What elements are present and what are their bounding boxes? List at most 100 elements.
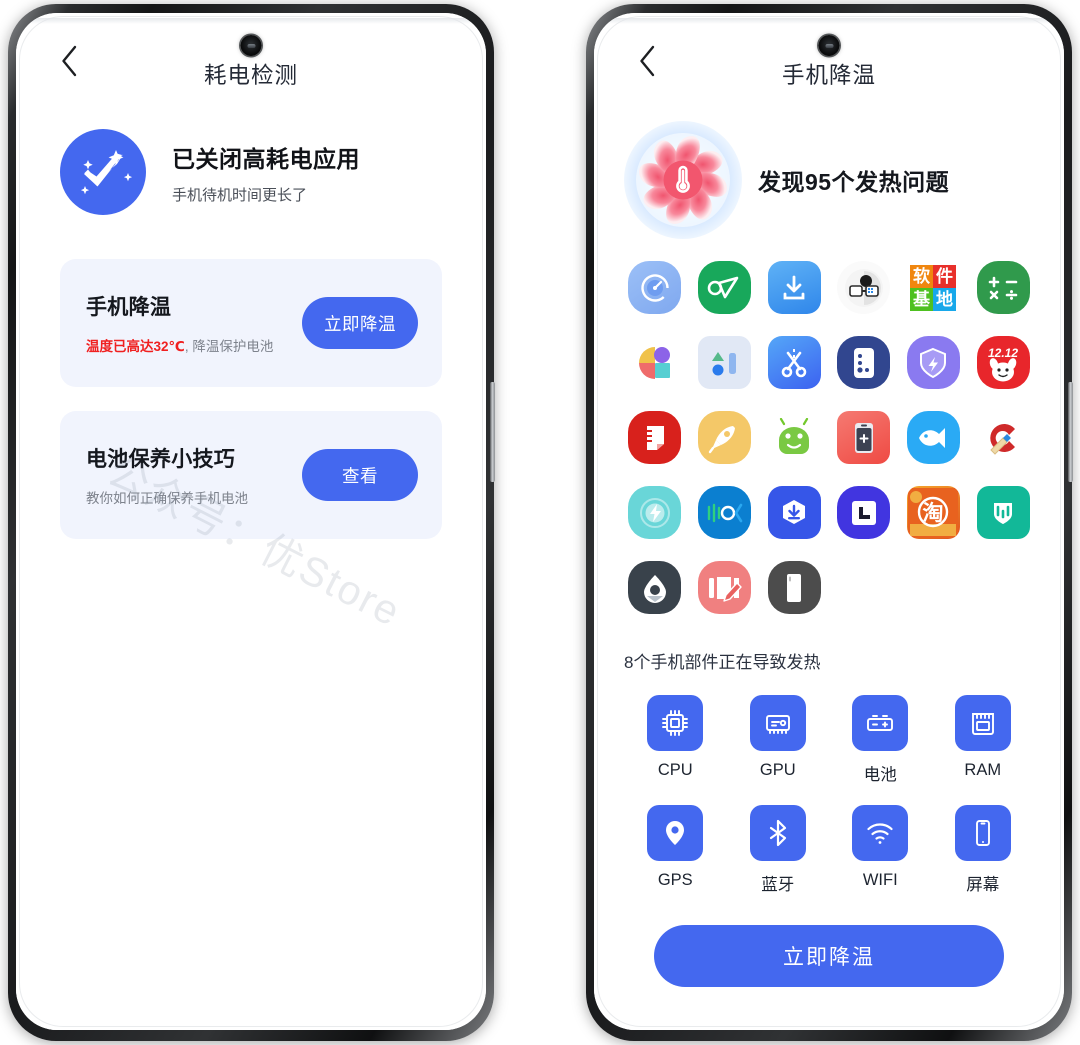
svg-text:地: 地 xyxy=(936,289,953,309)
shapes-chart-app-icon[interactable] xyxy=(697,336,751,389)
power-button[interactable] xyxy=(1068,382,1073,482)
bluetooth-icon xyxy=(749,805,806,861)
hero-subtitle: 手机待机时间更长了 xyxy=(172,186,308,204)
ruanjian-jidi-app-icon[interactable]: 软 件 基 地 xyxy=(906,261,960,314)
battery-plus-app-icon[interactable] xyxy=(837,411,891,464)
part-gpu[interactable]: GPU xyxy=(749,695,806,785)
phone-manager-app-icon[interactable] xyxy=(837,336,891,389)
svg-text:淘: 淘 xyxy=(923,501,944,525)
screen-icon xyxy=(954,805,1011,861)
left-appbar: 耗电检测 xyxy=(16,13,486,109)
mijia-app-icon[interactable] xyxy=(976,486,1030,539)
part-gps[interactable]: GPS xyxy=(647,805,704,895)
svg-text:件: 件 xyxy=(936,266,953,286)
card-battery-tips[interactable]: 电池保养小技巧 教你如何正确保养手机电池 查看 xyxy=(60,411,442,539)
alipay-loop-app-icon[interactable] xyxy=(697,261,751,314)
card-title: 电池保养小技巧 xyxy=(86,448,236,471)
fish-cleaner-app-icon[interactable] xyxy=(906,411,960,464)
part-screen[interactable]: 屏幕 xyxy=(954,805,1011,895)
part-label: RAM xyxy=(964,761,1002,779)
part-ram[interactable]: RAM xyxy=(954,695,1011,785)
phone-cooling-screen: 手机降温 发现95个发热问题 软 件 基 地 12.12 淘 8个手机部件正在导… xyxy=(594,13,1064,1030)
fan-thermometer-icon xyxy=(624,121,742,239)
part-label: 蓝牙 xyxy=(761,876,795,894)
jd-1212-app-icon[interactable]: 12.12 xyxy=(976,336,1030,389)
right-hero: 发现95个发热问题 xyxy=(594,109,1064,239)
page-title: 耗电检测 xyxy=(203,63,298,88)
page-title: 手机降温 xyxy=(781,63,876,88)
store-download-app-icon[interactable] xyxy=(767,486,821,539)
cool-down-now-button[interactable]: 立即降温 xyxy=(654,925,1004,987)
dual-phone-mockup: 耗电检测 已关闭高耗电应用 手机待机时间更长了 手机降温 温度已高达32℃, 降… xyxy=(0,0,1080,1045)
card-subtitle-rest: 教你如何正确保养手机电池 xyxy=(86,491,248,506)
cpu-icon xyxy=(647,695,704,751)
check-sparkle-icon xyxy=(60,129,146,215)
speed-gauge-app-icon[interactable] xyxy=(628,261,682,314)
dark-phone-app-icon[interactable] xyxy=(767,561,821,614)
taobao-app-icon[interactable]: 淘 xyxy=(906,486,960,539)
power-button[interactable] xyxy=(490,382,495,482)
rocket-boost-app-icon[interactable] xyxy=(697,411,751,464)
gpu-icon xyxy=(749,695,806,751)
card-subtitle: 温度已高达32℃, 降温保护电池 xyxy=(86,335,302,355)
wifi-icon xyxy=(852,805,909,861)
lark-doc-app-icon[interactable] xyxy=(837,486,891,539)
part-label: WIFI xyxy=(862,871,898,889)
front-camera xyxy=(818,35,840,56)
card-cooling[interactable]: 手机降温 温度已高达32℃, 降温保护电池 立即降温 xyxy=(60,259,442,387)
parts-section-title: 8个手机部件正在导致发热 xyxy=(624,653,821,672)
part-battery[interactable]: 电池 xyxy=(852,695,909,785)
temperature-warning: 温度已高达32℃ xyxy=(86,339,185,354)
view-button[interactable]: 查看 xyxy=(302,449,418,501)
right-appbar: 手机降温 xyxy=(594,13,1064,109)
downloader-app-icon[interactable] xyxy=(767,261,821,314)
card-title: 手机降温 xyxy=(86,296,172,319)
card-battery-tips-text: 电池保养小技巧 教你如何正确保养手机电池 xyxy=(86,443,302,507)
cool-button-container: 立即降温 xyxy=(594,895,1064,987)
scissors-cut-app-icon[interactable] xyxy=(767,336,821,389)
part-label: GPU xyxy=(759,761,796,779)
part-label: GPS xyxy=(657,871,693,889)
left-card-list: 手机降温 温度已高达32℃, 降温保护电池 立即降温 电池保养小技巧 教你如何正… xyxy=(16,215,486,539)
heating-parts-grid: CPU GPU 电池 RAM GPS 蓝牙 WIFI 屏幕 xyxy=(594,673,1064,895)
left-hero-text: 已关闭高耗电应用 手机待机时间更长了 xyxy=(172,140,360,205)
part-bluetooth[interactable]: 蓝牙 xyxy=(749,805,806,895)
left-hero: 已关闭高耗电应用 手机待机时间更长了 xyxy=(16,109,486,215)
card-cooling-text: 手机降温 温度已高达32℃, 降温保护电池 xyxy=(86,291,302,355)
android-robot-app-icon[interactable] xyxy=(767,411,821,464)
heating-app-icon-grid: 软 件 基 地 12.12 淘 xyxy=(594,239,1064,614)
calculator-app-icon[interactable] xyxy=(976,261,1030,314)
power-consumption-screen: 耗电检测 已关闭高耗电应用 手机待机时间更长了 手机降温 温度已高达32℃, 降… xyxy=(16,13,486,1030)
phone-left: 耗电检测 已关闭高耗电应用 手机待机时间更长了 手机降温 温度已高达32℃, 降… xyxy=(8,4,495,1041)
shield-boost-app-icon[interactable] xyxy=(906,336,960,389)
svg-text:软: 软 xyxy=(913,266,930,286)
flash-power-app-icon[interactable] xyxy=(628,486,682,539)
svg-text:基: 基 xyxy=(912,289,931,309)
part-label: 电池 xyxy=(863,766,897,784)
part-wifi[interactable]: WIFI xyxy=(852,805,909,895)
share-disc-app-icon[interactable] xyxy=(837,261,891,314)
note-flag-app-icon[interactable] xyxy=(628,411,682,464)
ccleaner-app-icon[interactable] xyxy=(976,411,1030,464)
front-camera xyxy=(240,35,262,56)
chevron-left-icon[interactable] xyxy=(630,44,664,78)
card-subtitle-rest: , 降温保护电池 xyxy=(184,339,274,354)
color-pie-app-icon[interactable] xyxy=(628,336,682,389)
chevron-left-icon[interactable] xyxy=(52,44,86,78)
part-cpu[interactable]: CPU xyxy=(647,695,704,785)
hero-title: 已关闭高耗电应用 xyxy=(172,145,360,172)
part-label: CPU xyxy=(657,761,693,779)
ram-icon xyxy=(954,695,1011,751)
card-subtitle: 教你如何正确保养手机电池 xyxy=(86,487,302,507)
water-drop-app-icon[interactable] xyxy=(628,561,682,614)
phone-left-screen-area: 耗电检测 已关闭高耗电应用 手机待机时间更长了 手机降温 温度已高达32℃, 降… xyxy=(16,13,486,1030)
heat-issue-title: 发现95个发热问题 xyxy=(758,169,950,195)
oppo-music-app-icon[interactable] xyxy=(697,486,751,539)
location-pin-icon xyxy=(647,805,704,861)
phone-right-screen-area: 手机降温 发现95个发热问题 软 件 基 地 12.12 淘 8个手机部件正在导… xyxy=(594,13,1064,1030)
svg-text:12.12: 12.12 xyxy=(988,346,1018,360)
part-label: 屏幕 xyxy=(966,876,1000,894)
cool-now-button[interactable]: 立即降温 xyxy=(302,297,418,349)
photo-edit-app-icon[interactable] xyxy=(697,561,751,614)
battery-icon xyxy=(852,695,909,751)
